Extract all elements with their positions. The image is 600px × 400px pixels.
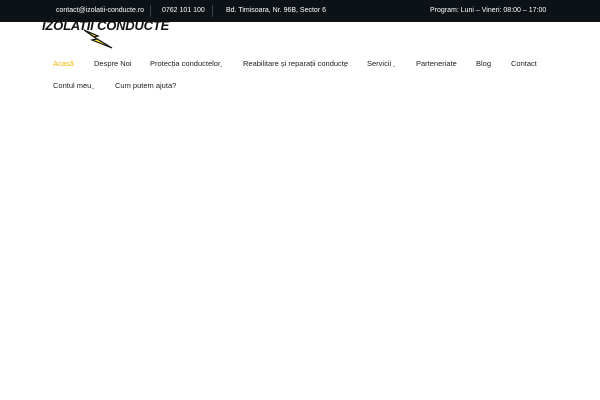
nav-item-parteneriate[interactable]: Parteneriate (416, 59, 457, 69)
chevron-down-icon: ⌄ (343, 63, 348, 69)
lightning-bolt-icon (83, 29, 113, 49)
nav-item-acasa[interactable]: Acasă (53, 59, 74, 69)
nav-item-servicii[interactable]: Servicii (367, 59, 391, 69)
nav-item-protectia-conductelor[interactable]: Protecția conductelor (150, 59, 220, 69)
nav-item-reabilitare[interactable]: Reabilitare și reparații conducte (243, 59, 348, 69)
chevron-down-icon: ⌄ (392, 63, 397, 69)
nav-item-despre-noi[interactable]: Despre Noi (94, 59, 132, 69)
chevron-down-icon: ⌄ (91, 85, 96, 91)
site-logo[interactable]: IZOLATII CONDUCTE (42, 16, 169, 52)
chevron-down-icon: ⌄ (219, 63, 224, 69)
business-hours: Program: Luni – Vineri: 08:00 – 17:00 (430, 7, 547, 14)
nav-item-blog[interactable]: Blog (476, 59, 491, 69)
nav-item-contul-meu[interactable]: Contul meu (53, 81, 91, 91)
nav-item-contact[interactable]: Contact (511, 59, 537, 69)
divider (212, 5, 213, 17)
contact-address: Bd. Timisoara, Nr. 96B, Sector 6 (226, 7, 326, 14)
nav-item-cum-putem-ajuta[interactable]: Cum putem ajuta? (115, 81, 176, 91)
